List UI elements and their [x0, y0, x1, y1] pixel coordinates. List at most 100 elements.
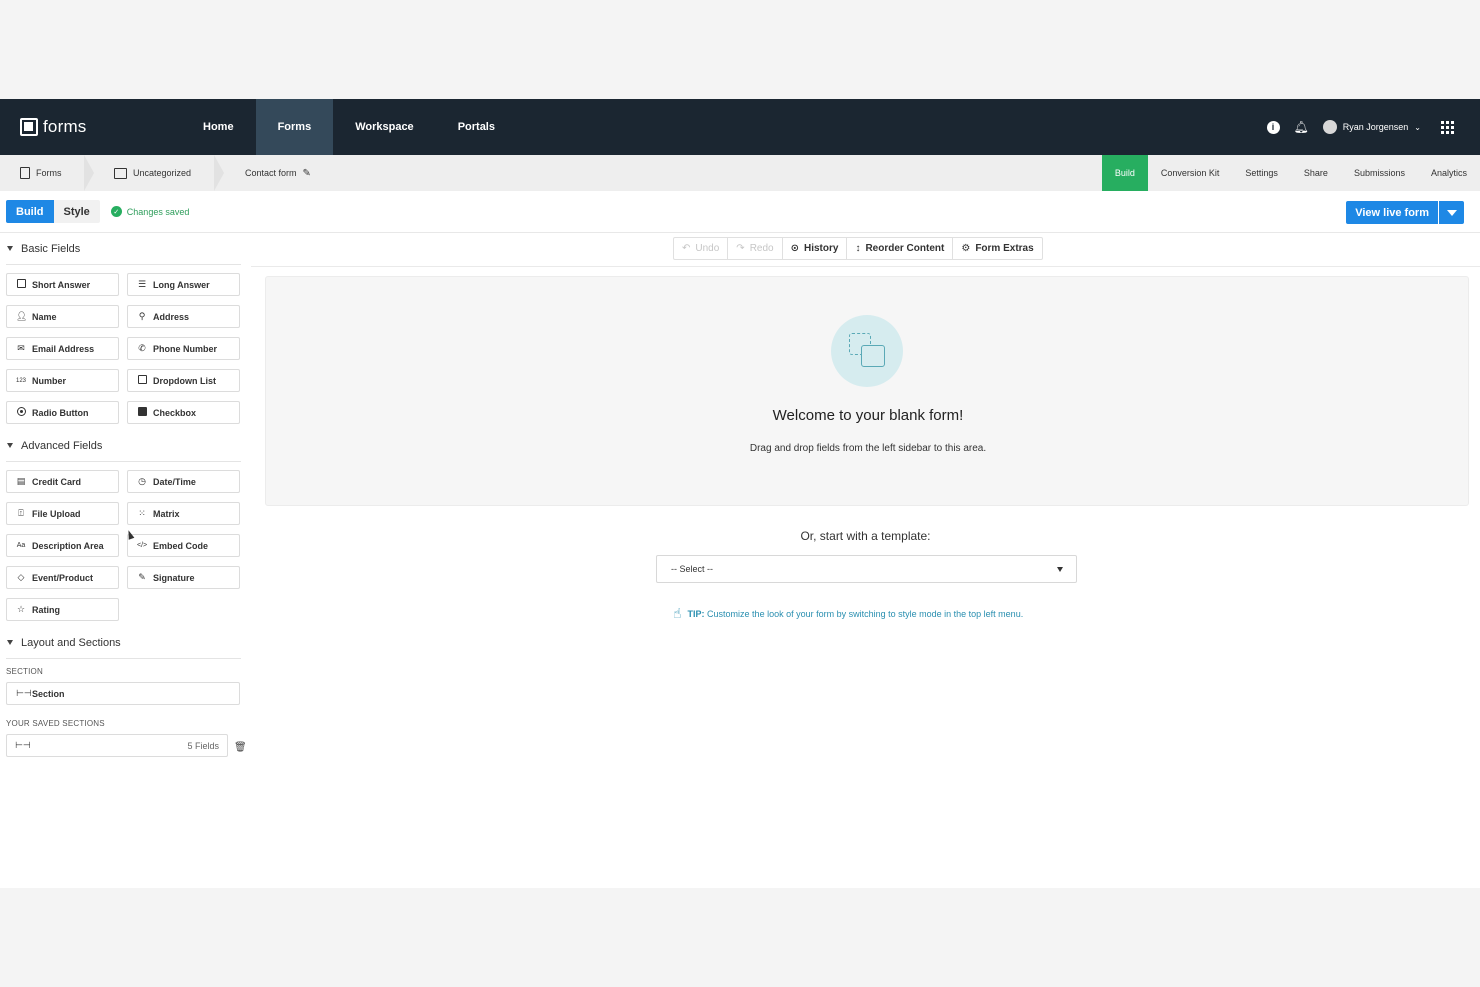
advanced-fields-header[interactable]: Advanced Fields	[6, 430, 241, 462]
tab-conversion-kit[interactable]: Conversion Kit	[1148, 155, 1233, 191]
user-menu[interactable]: Ryan Jorgensen ⌄	[1322, 120, 1421, 134]
section-icon: ⊢⊣	[16, 688, 32, 698]
drop-zone[interactable]: Welcome to your blank form! Drag and dro…	[265, 276, 1469, 506]
collapse-triangle-icon	[7, 246, 13, 251]
logo-text: forms	[43, 117, 87, 136]
field-number[interactable]: 123 Number	[6, 369, 119, 392]
field-description-area[interactable]: Aa Description Area	[6, 534, 119, 557]
field-label: Name	[32, 311, 57, 322]
undo-icon: ↶	[682, 243, 691, 254]
gear-icon: ⚙	[961, 243, 971, 254]
field-label: Rating	[32, 604, 60, 615]
trash-icon[interactable]: 🗑︎	[234, 742, 247, 753]
person-icon: 👤︎	[16, 311, 28, 321]
nav-workspace[interactable]: Workspace	[333, 99, 436, 155]
template-select[interactable]: -- Select --	[656, 555, 1077, 583]
redo-button[interactable]: ↷ Redo	[728, 238, 783, 259]
field-credit-card[interactable]: ▤ Credit Card	[6, 470, 119, 493]
field-dropdown[interactable]: Dropdown List	[127, 369, 240, 392]
tag-icon: ◇	[17, 572, 25, 582]
form-extras-button[interactable]: ⚙ Form Extras	[953, 238, 1041, 259]
field-address[interactable]: ⚲ Address	[127, 305, 240, 328]
field-label: Signature	[153, 572, 195, 583]
field-rating[interactable]: ☆ Rating	[6, 598, 119, 621]
field-email[interactable]: ✉ Email Address	[6, 337, 119, 360]
saved-section-item[interactable]: ⊢⊣ 5 Fields	[6, 734, 228, 757]
layout-sections-header[interactable]: Layout and Sections	[6, 627, 241, 659]
field-matrix[interactable]: ⁙ Matrix	[127, 502, 240, 525]
advanced-fields-grid: ▤ Credit Card ◷ Date/Time ⍐ File Upload ⁙ Ma…	[6, 470, 251, 621]
welcome-subtitle: Drag and drop fields from the left sideb…	[749, 443, 987, 454]
nav-right-tools: i 🔔︎ Ryan Jorgensen ⌄	[1266, 120, 1480, 134]
forms-logo-icon	[20, 118, 38, 136]
view-live-form-group: View live form	[1346, 201, 1464, 224]
basic-fields-grid: Short Answer ☰ Long Answer 👤︎ Name ⚲ Addres…	[6, 273, 251, 424]
field-long-answer[interactable]: ☰ Long Answer	[127, 273, 240, 296]
breadcrumb-form-name[interactable]: Contact form ✎	[224, 155, 311, 191]
dropdown-icon	[137, 375, 147, 384]
field-short-answer[interactable]: Short Answer	[6, 273, 119, 296]
form-section-tabs: Build Conversion Kit Settings Share Subm…	[1101, 155, 1480, 191]
save-status: ✓ Changes saved	[110, 206, 189, 217]
logo[interactable]: forms	[0, 99, 181, 155]
view-live-form-button[interactable]: View live form	[1346, 201, 1438, 224]
field-checkbox[interactable]: Checkbox	[127, 401, 240, 424]
field-phone[interactable]: ✆ Phone Number	[127, 337, 240, 360]
collapse-triangle-icon	[7, 640, 13, 645]
field-date-time[interactable]: ◷ Date/Time	[127, 470, 240, 493]
field-embed-code[interactable]: </> Embed Code	[127, 534, 240, 557]
caret-down-icon	[1057, 567, 1063, 572]
field-file-upload[interactable]: ⍐ File Upload	[6, 502, 119, 525]
history-label: History	[803, 243, 839, 254]
build-mode-button[interactable]: Build	[6, 200, 54, 223]
bell-icon[interactable]: 🔔︎	[1294, 120, 1309, 134]
view-live-dropdown-button[interactable]	[1438, 201, 1464, 224]
collapse-triangle-icon	[7, 443, 13, 448]
pen-icon: ✎	[138, 572, 146, 582]
style-mode-button[interactable]: Style	[53, 200, 100, 223]
field-label: File Upload	[32, 508, 81, 519]
form-builder-app: forms Home Forms Workspace Portals i 🔔︎ …	[0, 99, 1480, 888]
tab-analytics[interactable]: Analytics	[1418, 155, 1480, 191]
pencil-icon[interactable]: ✎	[303, 168, 311, 179]
info-icon[interactable]: i	[1266, 120, 1280, 134]
breadcrumb-folder[interactable]: Uncategorized	[94, 155, 224, 191]
nav-forms[interactable]: Forms	[255, 99, 334, 155]
field-label: Email Address	[32, 343, 95, 354]
history-button[interactable]: ⊙ History	[783, 238, 848, 259]
redo-label: Redo	[749, 243, 774, 254]
reorder-icon: ↕	[855, 243, 861, 254]
field-label: Description Area	[32, 540, 104, 551]
tip-label: TIP:	[687, 608, 705, 619]
nav-home[interactable]: Home	[181, 99, 256, 155]
number-icon: 123	[16, 377, 27, 384]
breadcrumb-forms[interactable]: Forms	[0, 155, 94, 191]
tab-submissions[interactable]: Submissions	[1341, 155, 1418, 191]
field-radio[interactable]: Radio Button	[6, 401, 119, 424]
advanced-fields-title: Advanced Fields	[21, 439, 103, 452]
envelope-icon: ✉	[17, 343, 25, 353]
history-icon: ⊙	[790, 243, 799, 254]
basic-fields-header[interactable]: Basic Fields	[6, 233, 241, 265]
saved-sections-sublabel: YOUR SAVED SECTIONS	[6, 719, 105, 728]
tab-build[interactable]: Build	[1101, 155, 1148, 191]
field-label: Date/Time	[153, 476, 196, 487]
redo-icon: ↷	[736, 243, 745, 254]
field-signature[interactable]: ✎ Signature	[127, 566, 240, 589]
user-name: Ryan Jorgensen	[1342, 122, 1409, 132]
nav-portals[interactable]: Portals	[436, 99, 517, 155]
field-name[interactable]: 👤︎ Name	[6, 305, 119, 328]
code-icon: </>	[137, 542, 148, 549]
field-section[interactable]: ⊢⊣ Section	[6, 682, 240, 705]
tab-share[interactable]: Share	[1291, 155, 1341, 191]
tip-body: Customize the look of your form by switc…	[707, 608, 1024, 619]
reorder-content-button[interactable]: ↕ Reorder Content	[847, 238, 954, 259]
tab-settings[interactable]: Settings	[1232, 155, 1291, 191]
field-event-product[interactable]: ◇ Event/Product	[6, 566, 119, 589]
short-answer-icon	[16, 279, 26, 288]
section-icon: ⊢⊣	[15, 740, 31, 750]
field-label: Credit Card	[32, 476, 82, 487]
undo-button[interactable]: ↶ Undo	[674, 238, 729, 259]
document-icon	[20, 167, 30, 179]
app-grid-icon[interactable]	[1441, 120, 1454, 134]
